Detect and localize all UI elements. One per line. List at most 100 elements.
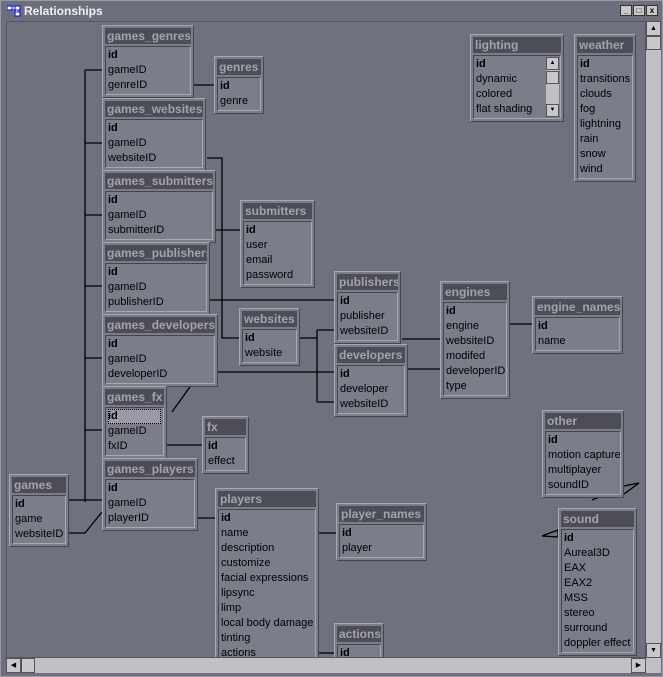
table-games[interactable]: games id game websiteID xyxy=(9,474,69,547)
field-row[interactable]: gameID xyxy=(108,424,161,439)
field-row[interactable]: id xyxy=(580,57,630,72)
field-row[interactable]: MSS xyxy=(564,591,631,606)
field-row[interactable]: EAX xyxy=(564,561,631,576)
scroll-down-button[interactable]: ▼ xyxy=(646,643,661,658)
field-row[interactable]: fog xyxy=(580,102,630,117)
table-other[interactable]: other id motion capture multiplayer soundID xyxy=(542,410,624,498)
field-row[interactable]: actions xyxy=(221,646,313,657)
table-header[interactable]: games_developers xyxy=(105,317,215,333)
field-row[interactable]: gameID xyxy=(108,496,192,511)
field-row[interactable]: id xyxy=(15,497,63,512)
table-header[interactable]: other xyxy=(545,413,621,429)
table-games-genres[interactable]: games_genres id gameID genreID xyxy=(102,25,194,98)
field-row[interactable]: limp xyxy=(221,601,313,616)
field-row[interactable]: developerID xyxy=(108,367,212,382)
table-header[interactable]: genres xyxy=(217,59,261,75)
field-row[interactable]: gameID xyxy=(108,352,212,367)
field-row[interactable]: playerID xyxy=(108,511,192,526)
field-row[interactable]: colored xyxy=(476,87,544,102)
field-row[interactable]: id xyxy=(108,409,161,424)
field-row[interactable]: user xyxy=(246,238,309,253)
field-row[interactable]: id xyxy=(342,526,421,541)
field-row[interactable]: dynamic xyxy=(476,72,544,87)
field-row[interactable]: websiteID xyxy=(340,324,395,339)
field-row[interactable]: local body damage xyxy=(221,616,313,631)
field-row[interactable]: effect xyxy=(208,454,243,469)
table-players[interactable]: players id name description customize facial … xyxy=(215,488,319,657)
field-row[interactable]: lipsync xyxy=(221,586,313,601)
field-row[interactable]: facial expressions xyxy=(221,571,313,586)
field-row[interactable]: id xyxy=(108,48,188,63)
field-row[interactable]: id xyxy=(340,646,378,657)
relationship-line[interactable] xyxy=(69,511,103,534)
table-games-submitters[interactable]: games_submitters id gameID submitterID xyxy=(102,170,216,243)
relationship-line[interactable] xyxy=(171,383,193,413)
field-row[interactable]: gameID xyxy=(108,63,188,78)
field-row[interactable]: soundID xyxy=(548,478,618,493)
field-row[interactable]: engine xyxy=(446,319,504,334)
field-row[interactable]: id xyxy=(220,79,258,94)
table-genres[interactable]: genres id genre xyxy=(214,56,264,114)
field-row[interactable]: id xyxy=(245,331,294,346)
table-header[interactable]: fx xyxy=(205,419,246,435)
field-row[interactable]: id xyxy=(446,304,504,319)
table-header[interactable]: player_names xyxy=(339,506,424,522)
table-weather[interactable]: weather id transitions clouds fog lightning ra… xyxy=(574,34,636,182)
relationship-line[interactable] xyxy=(541,529,559,538)
field-row[interactable]: name xyxy=(221,526,313,541)
horizontal-scroll-thumb[interactable] xyxy=(21,658,35,673)
scroll-right-button[interactable]: ▶ xyxy=(631,658,646,673)
minimize-button[interactable]: _ xyxy=(620,5,632,16)
table-header[interactable]: players xyxy=(218,491,316,507)
relationship-line[interactable] xyxy=(623,482,640,495)
field-row[interactable]: id xyxy=(476,57,544,72)
close-button[interactable]: x xyxy=(646,5,658,16)
field-row[interactable]: id xyxy=(108,481,192,496)
field-row[interactable]: type xyxy=(446,379,504,394)
field-row[interactable]: genre xyxy=(220,94,258,109)
field-row[interactable]: id xyxy=(548,433,618,448)
field-row[interactable]: doppler effect xyxy=(564,636,631,651)
field-row[interactable]: id xyxy=(564,531,631,546)
table-header[interactable]: engine_names xyxy=(535,299,620,315)
scroll-up-button[interactable]: ▲ xyxy=(646,21,661,36)
relationships-canvas[interactable]: games_genres id gameID genreID genres id genre… xyxy=(6,21,646,658)
table-header[interactable]: games_players xyxy=(105,461,195,477)
field-row[interactable]: id xyxy=(538,319,617,334)
field-row[interactable]: website xyxy=(245,346,294,361)
maximize-button[interactable]: □ xyxy=(633,5,645,16)
field-row[interactable]: transitions xyxy=(580,72,630,87)
field-row[interactable]: gameID xyxy=(108,280,204,295)
field-row[interactable]: gameID xyxy=(108,208,210,223)
table-engines[interactable]: engines id engine websiteID modifed developer… xyxy=(440,281,510,399)
table-lighting[interactable]: lighting id dynamic colored flat shading ▲ ▼ xyxy=(470,34,564,122)
vertical-scroll-thumb[interactable] xyxy=(646,36,661,50)
field-row[interactable]: gameID xyxy=(108,136,200,151)
field-row[interactable]: multiplayer xyxy=(548,463,618,478)
vertical-scrollbar[interactable]: ▲ ▼ xyxy=(646,21,661,658)
field-row[interactable]: id xyxy=(340,294,395,309)
table-header[interactable]: games xyxy=(12,477,66,493)
table-header[interactable]: actions xyxy=(337,626,381,642)
field-row[interactable]: publisherID xyxy=(108,295,204,310)
field-row[interactable]: websiteID xyxy=(108,151,200,166)
field-row[interactable]: developerID xyxy=(446,364,505,379)
field-row[interactable]: id xyxy=(108,337,212,352)
table-publishers[interactable]: publishers id publisher websiteID xyxy=(334,271,401,344)
field-row[interactable]: id xyxy=(208,439,243,454)
table-header[interactable]: games_websites xyxy=(105,101,203,117)
table-player-names[interactable]: player_names id player xyxy=(336,503,427,561)
field-row[interactable]: publisher xyxy=(340,309,395,324)
table-header[interactable]: games_publishers xyxy=(105,245,207,261)
resize-grip[interactable] xyxy=(646,658,661,673)
table-games-fx[interactable]: games_fx id gameID fxID xyxy=(102,386,167,459)
field-row[interactable]: id xyxy=(108,121,200,136)
field-row[interactable]: modifed xyxy=(446,349,504,364)
table-engine-names[interactable]: engine_names id name xyxy=(532,296,623,354)
field-list-scrollbar[interactable]: ▲ ▼ xyxy=(546,57,559,117)
field-row[interactable]: game xyxy=(15,512,63,527)
table-submitters[interactable]: submitters id user email password xyxy=(240,200,315,288)
table-fx[interactable]: fx id effect xyxy=(202,416,249,474)
table-games-websites[interactable]: games_websitesid gameID websiteID xyxy=(102,98,206,171)
table-header[interactable]: games_genres xyxy=(105,28,191,44)
